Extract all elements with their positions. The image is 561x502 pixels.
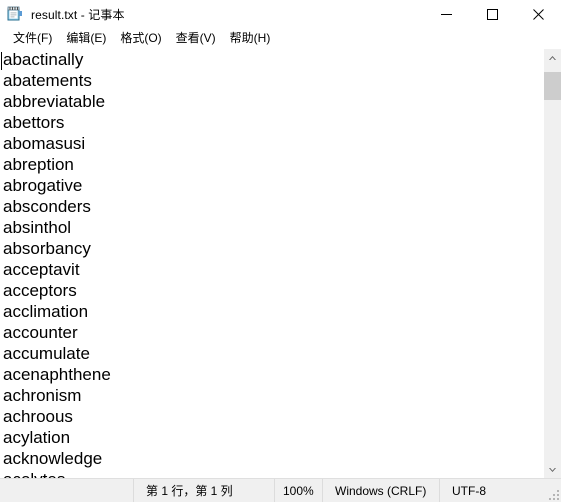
status-zoom-level[interactable]: 100% [274, 479, 322, 502]
scroll-down-icon[interactable] [544, 461, 561, 478]
menu-bar: 文件(F) 编辑(E) 格式(O) 查看(V) 帮助(H) [0, 28, 561, 48]
menu-item-format[interactable]: 格式(O) [113, 29, 168, 48]
menu-item-view[interactable]: 查看(V) [169, 29, 223, 48]
text-line: acknowledge [3, 449, 103, 468]
menu-item-file[interactable]: 文件(F) [6, 29, 59, 48]
text-caret [1, 52, 2, 70]
minimize-button[interactable] [423, 0, 469, 28]
status-encoding: UTF-8 [439, 479, 539, 502]
text-line: abreption [3, 155, 74, 174]
window-controls [423, 0, 561, 28]
text-line: abactinally [3, 50, 84, 69]
window-title: result.txt - 记事本 [31, 7, 125, 22]
vertical-scrollbar[interactable] [543, 49, 561, 478]
text-line: abbreviatable [3, 92, 106, 111]
status-cursor-position: 第 1 行，第 1 列 [133, 479, 274, 502]
editor-region: abactinally abatements abbreviatable abetto… [0, 48, 561, 478]
text-line: absconders [3, 197, 91, 216]
text-line: achronism [3, 386, 82, 405]
text-line: acceptors [3, 281, 77, 300]
status-spacer [0, 479, 133, 502]
scrollbar-track[interactable] [544, 66, 561, 461]
text-line: acenaphthene [3, 365, 111, 384]
status-bar: 第 1 行，第 1 列 100% Windows (CRLF) UTF-8 [0, 478, 561, 502]
text-line: absinthol [3, 218, 72, 237]
maximize-button[interactable] [469, 0, 515, 28]
notepad-icon [7, 6, 23, 22]
text-line: abomasusi [3, 134, 86, 153]
text-line: acolytes [1, 469, 543, 478]
title-bar[interactable]: result.txt - 记事本 [0, 0, 561, 28]
text-line: accounter [3, 323, 78, 342]
resize-grip-icon[interactable] [547, 488, 559, 500]
text-line: acylation [3, 428, 71, 447]
text-line: absorbancy [3, 239, 91, 258]
close-button[interactable] [515, 0, 561, 28]
text-line: abatements [3, 71, 92, 90]
status-line-ending: Windows (CRLF) [322, 479, 439, 502]
menu-item-help[interactable]: 帮助(H) [223, 29, 278, 48]
text-line: abrogative [3, 176, 83, 195]
scroll-up-icon[interactable] [544, 49, 561, 66]
text-line: achroous [3, 407, 73, 426]
scrollbar-thumb[interactable] [544, 72, 561, 100]
text-line: acclimation [3, 302, 89, 321]
text-line: abettors [3, 113, 65, 132]
notepad-window: result.txt - 记事本 文件(F) 编辑(E) 格式(O) 查看(V)… [0, 0, 561, 502]
text-editor[interactable]: abactinally abatements abbreviatable abetto… [0, 49, 543, 478]
text-line: accumulate [3, 344, 90, 363]
text-line: acceptavit [3, 260, 80, 279]
menu-item-edit[interactable]: 编辑(E) [59, 29, 113, 48]
